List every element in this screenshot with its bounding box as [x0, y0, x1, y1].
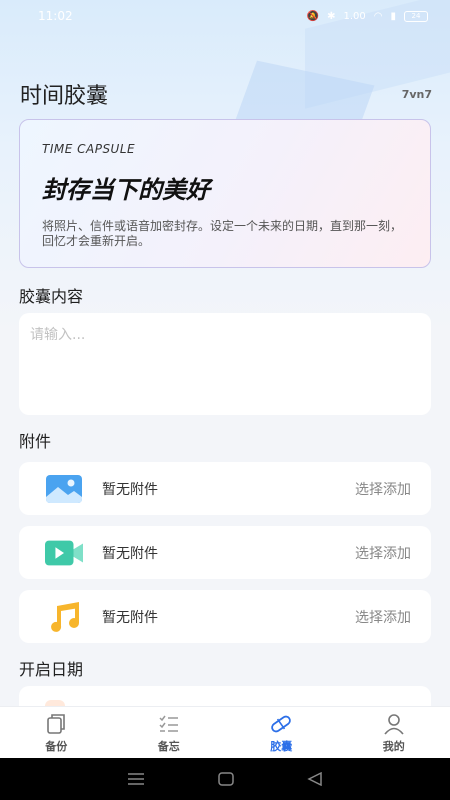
tab-label: 我的 — [382, 740, 405, 753]
intro-card: TIME CAPSULE 封存当下的美好 将照片、信件或语音加密封存。设定一个未… — [19, 119, 431, 268]
back-icon[interactable] — [307, 772, 323, 786]
status-bar: 11:02 🔕 ✱ 1.00 ◠ ▮ 24 — [0, 0, 450, 32]
bluetooth-icon: ✱ — [327, 10, 336, 22]
bottom-tab-bar: 备份 备忘 胶囊 我的 — [0, 706, 450, 758]
mute-icon: 🔕 — [306, 10, 320, 22]
page-title: 时间胶囊 — [20, 84, 109, 109]
battery-level: 24 — [411, 12, 421, 20]
intro-title: 封存当下的美好 — [42, 176, 210, 204]
tab-profile[interactable]: 我的 — [338, 707, 450, 758]
wifi-icon: ◠ — [373, 10, 383, 22]
attachments-label: 附件 — [19, 432, 52, 451]
capsule-icon — [271, 715, 292, 733]
system-nav-bar — [0, 758, 450, 800]
content-label: 胶囊内容 — [19, 287, 84, 306]
intro-description: 将照片、信件或语音加密封存。设定一个未来的日期，直到那一刻，回忆才会重新开启。 — [42, 219, 403, 248]
home-icon[interactable] — [218, 772, 234, 786]
tab-capsule[interactable]: 胶囊 — [225, 707, 338, 758]
tab-label: 备份 — [45, 740, 68, 753]
image-icon — [45, 474, 83, 504]
attachment-row-audio[interactable]: 暂无附件 选择添加 — [19, 590, 431, 643]
add-video-button[interactable]: 选择添加 — [355, 543, 411, 563]
network-speed: 1.00 — [343, 10, 366, 22]
tab-backup[interactable]: 备份 — [0, 707, 113, 758]
user-code: 7vn7 — [401, 87, 432, 101]
tab-label: 备忘 — [157, 740, 180, 753]
status-time: 11:02 — [38, 9, 73, 23]
attachment-status: 暂无附件 — [102, 609, 158, 626]
attachment-status: 暂无附件 — [102, 545, 158, 562]
music-icon — [45, 601, 83, 632]
video-icon — [45, 538, 83, 568]
battery-icon: 24 — [404, 10, 428, 22]
backup-icon — [47, 714, 66, 734]
page-header: 时间胶囊 7vn7 — [20, 78, 432, 110]
capsule-content-input[interactable] — [19, 313, 431, 415]
tab-memo[interactable]: 备忘 — [113, 707, 226, 758]
memo-list-icon — [159, 715, 178, 732]
add-image-button[interactable]: 选择添加 — [355, 479, 411, 499]
attachment-row-video[interactable]: 暂无附件 选择添加 — [19, 526, 431, 579]
attachment-row-image[interactable]: 暂无附件 选择添加 — [19, 462, 431, 515]
menu-icon[interactable] — [127, 772, 145, 786]
intro-eyebrow: TIME CAPSULE — [42, 142, 136, 156]
profile-icon — [384, 714, 404, 735]
open-date-label: 开启日期 — [19, 660, 84, 679]
add-audio-button[interactable]: 选择添加 — [355, 607, 411, 627]
attachment-status: 暂无附件 — [102, 481, 158, 498]
status-icons: 🔕 ✱ 1.00 ◠ ▮ 24 — [306, 10, 428, 22]
signal-icon: ▮ — [390, 10, 396, 22]
tab-label: 胶囊 — [270, 740, 293, 753]
